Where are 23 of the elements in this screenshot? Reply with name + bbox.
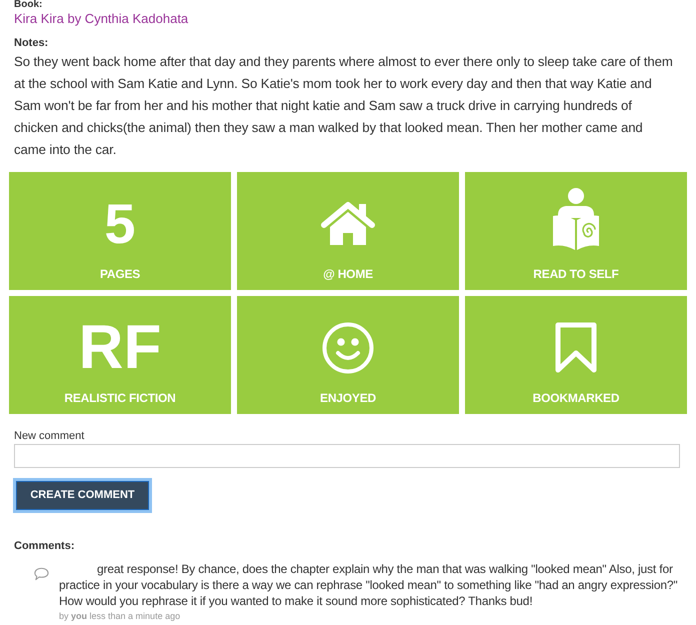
- comments-label: Comments:: [14, 540, 76, 553]
- person-reading-book-icon: [552, 188, 600, 250]
- house-icon: [320, 200, 376, 246]
- tile-figure: RF: [78, 318, 162, 378]
- comment-meta: by you less than a minute ago: [59, 611, 182, 621]
- tile-label: REALISTIC FICTION: [64, 391, 176, 405]
- tile-label: ENJOYED: [320, 391, 376, 405]
- speech-bubble-icon: [34, 567, 49, 581]
- comment-text: great response! By chance, does the chapter explain why the man that was walking "looked mean" Also, just for practice in your vocabulary is there a way we can rephrase "looked mean" to something like "had an angry expression?" How would you rephrase it if you wanted to make it sound more sophisticated? Thanks bud!: [59, 561, 678, 609]
- tile-label: PAGES: [100, 267, 140, 281]
- tile-label: READ TO SELF: [533, 267, 619, 281]
- smiley-face-icon: [322, 322, 374, 374]
- comment-input-field[interactable]: [14, 444, 680, 468]
- create-comment-button[interactable]: CREATE COMMENT: [16, 481, 149, 510]
- new-comment-label: New comment: [14, 430, 86, 443]
- tile-label: @ HOME: [323, 267, 373, 281]
- bookmark-icon: [554, 320, 598, 374]
- notes-label: Notes:: [14, 37, 50, 50]
- tile-label: BOOKMARKED: [532, 391, 620, 405]
- tile-figure: 5: [104, 196, 136, 252]
- book-title-link[interactable]: Kira Kira by Cynthia Kadohata: [14, 10, 188, 27]
- book-label: Book:: [14, 0, 44, 10]
- notes-text: So they went back home after that day and they parents where almost to ever there only to sleep take care of them at the school with Sam Katie and Lynn. So Katie's mom took her to work every day and then that way Katie and Sam won't be far from her and his mother that night katie and Sam saw a truck drive in carrying hundreds of chicken and chicks(the animal) then they saw a man walked by that looked mean. Then her mother came and came into the car.: [14, 53, 674, 159]
